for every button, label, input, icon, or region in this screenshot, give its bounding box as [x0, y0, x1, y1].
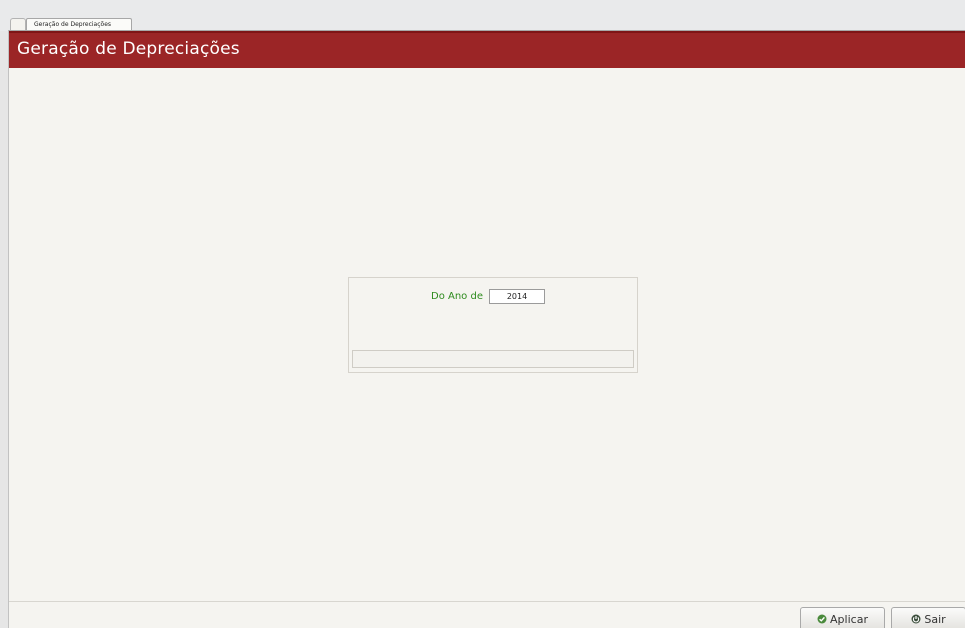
- year-label: Do Ano de: [431, 291, 483, 302]
- exit-button[interactable]: Sair: [891, 607, 965, 628]
- apply-button[interactable]: Aplicar: [800, 607, 885, 628]
- tab-strip: Geração de Depreciações: [0, 0, 965, 31]
- power-icon: [911, 614, 921, 624]
- year-input[interactable]: [489, 289, 545, 304]
- apply-label: Aplicar: [830, 612, 868, 626]
- main-window: Geração de Depreciações Do Ano de Aplica…: [8, 30, 965, 628]
- check-circle-icon: [817, 614, 827, 624]
- form-panel: Do Ano de: [348, 277, 638, 373]
- progress-bar: [352, 350, 634, 368]
- page-title: Geração de Depreciações: [17, 39, 240, 59]
- title-bar: Geração de Depreciações: [9, 31, 965, 68]
- exit-label: Sair: [924, 612, 946, 626]
- footer-divider: [9, 601, 965, 602]
